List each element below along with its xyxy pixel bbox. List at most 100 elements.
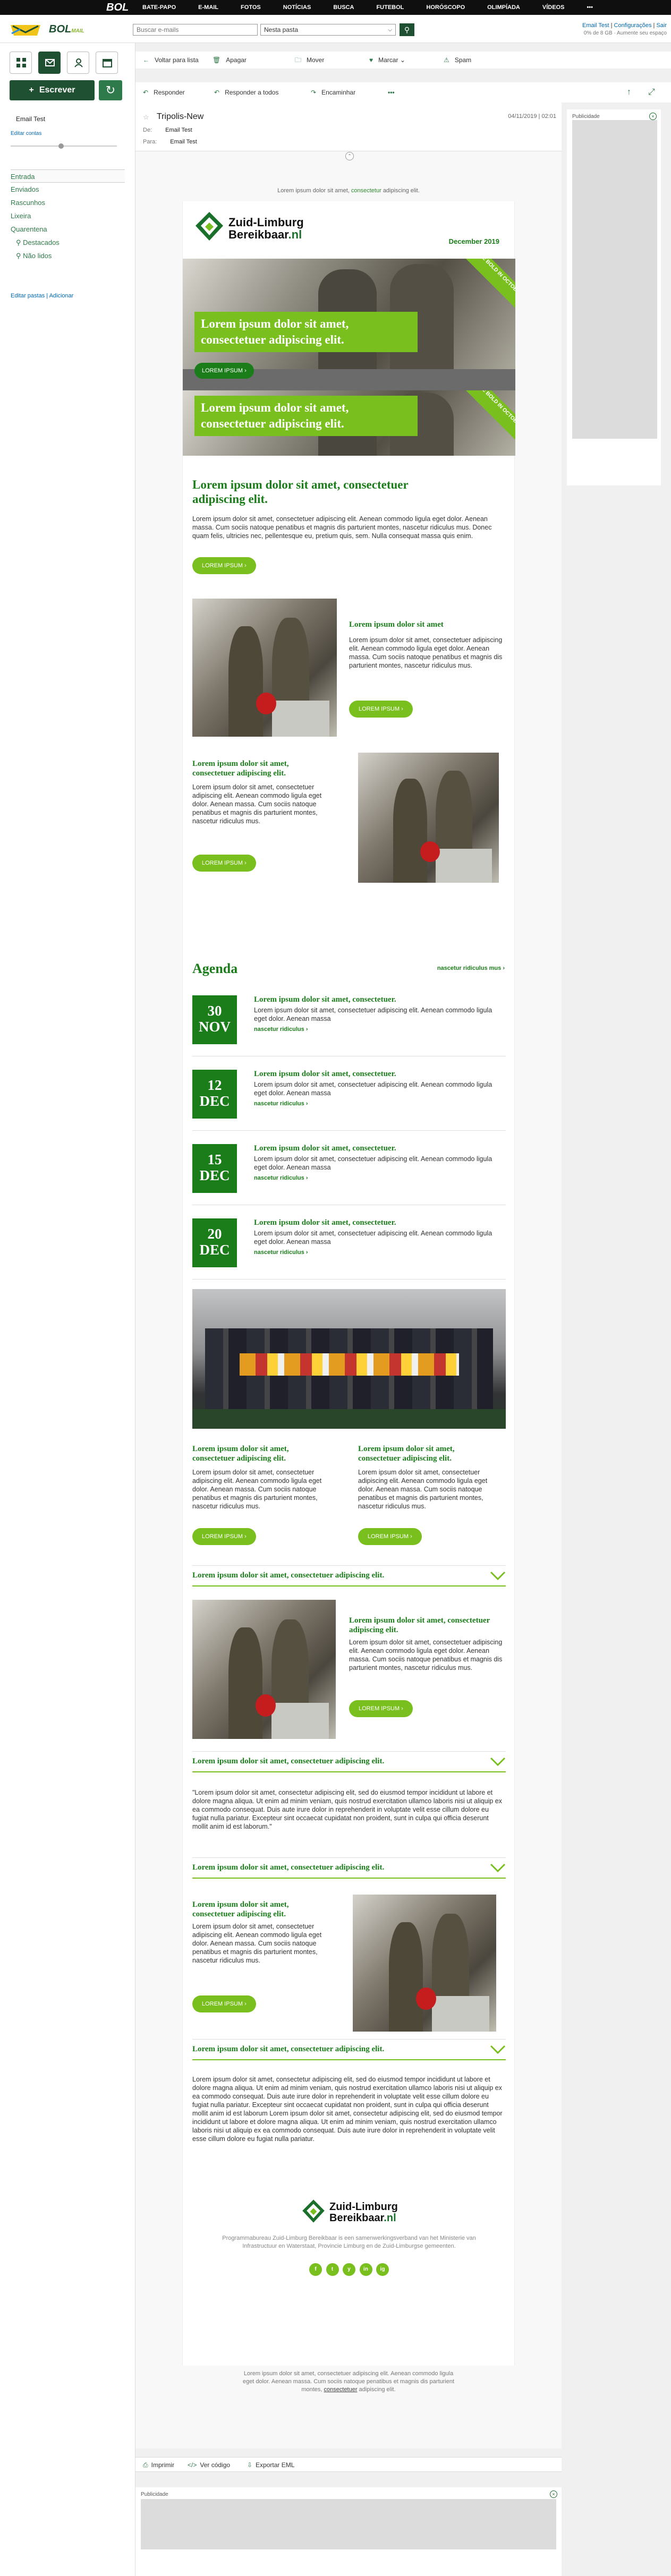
linkedin-icon[interactable]: in (359, 2263, 372, 2276)
accordion-header[interactable]: Lorem ipsum dolor sit amet, consectetuer… (192, 1751, 506, 1772)
folder-sent[interactable]: Enviados (11, 183, 125, 196)
hero-banner-2[interactable]: MAKE BOLD IN OCTOBER Lorem ipsum dolor s… (183, 390, 515, 456)
block1-button[interactable]: LOREM IPSUM › (349, 701, 413, 718)
preheader-link[interactable]: consectetur (351, 187, 381, 194)
from-value[interactable]: Email Test (165, 127, 192, 133)
back-to-list-button[interactable]: ← Voltar para lista (143, 52, 199, 69)
column-left-button[interactable]: LOREM IPSUM › (192, 1528, 256, 1545)
agenda-link-label: nascetur ridiculus (254, 1175, 304, 1181)
previous-message-button[interactable]: ↑ (627, 82, 631, 103)
accordion-header[interactable]: Lorem ipsum dolor sit amet, consectetuer… (192, 2039, 506, 2060)
settings-link[interactable]: Configurações (614, 22, 652, 29)
view-source-button[interactable]: </> Ver código (188, 2461, 230, 2469)
nav-item-email[interactable]: E-MAIL (198, 0, 218, 15)
nav-item-videos[interactable]: VÍDEOS (542, 0, 565, 15)
collapse-header-button[interactable]: ⌃ (345, 152, 354, 160)
export-eml-button[interactable]: ⇩ Exportar EML (247, 2461, 294, 2469)
agenda-item-link[interactable]: nascetur ridiculus › (254, 1101, 308, 1107)
agenda-item-link[interactable]: nascetur ridiculus › (254, 1249, 308, 1256)
contacts-button[interactable] (67, 52, 89, 74)
compose-button[interactable]: + Escrever (10, 80, 95, 100)
hero-banner-1[interactable]: MAKE BOLD IN OCTOBER Lorem ipsum dolor s… (183, 259, 515, 390)
folder-drafts[interactable]: Rascunhos (11, 196, 125, 209)
accordion-header[interactable]: Lorem ipsum dolor sit amet, consectetuer… (192, 1857, 506, 1879)
nav-item-busca[interactable]: BUSCA (333, 0, 354, 15)
reply-button[interactable]: ↶ Responder (143, 82, 185, 103)
forward-button[interactable]: ↷ Encaminhar (311, 82, 355, 103)
delete-button[interactable]: 🗑 Apagar (213, 52, 247, 69)
expand-button[interactable]: ⤢ (648, 82, 655, 103)
chevron-down-icon (490, 2045, 506, 2054)
hero-title: Lorem ipsum dolor sit amet, consectetuer… (194, 312, 418, 352)
folder-quarantine[interactable]: Quarentena (11, 223, 125, 236)
intro-button[interactable]: LOREM IPSUM › (192, 557, 256, 574)
nav-item-fotos[interactable]: FOTOS (241, 0, 261, 15)
slider-handle[interactable] (58, 143, 64, 149)
search-scope-select[interactable]: Nesta pasta ⌵ (260, 24, 396, 36)
youtube-icon[interactable]: y (343, 2263, 355, 2276)
close-icon[interactable]: × (649, 113, 657, 120)
ad-area[interactable] (141, 2499, 556, 2549)
block2-button[interactable]: LOREM IPSUM › (192, 855, 256, 872)
column-right-title: Lorem ipsum dolor sit amet, consectetuer… (358, 1445, 455, 1463)
refresh-button[interactable]: ↻ (99, 80, 122, 100)
bol-mail-logo-icon[interactable] (10, 23, 41, 37)
star-icon[interactable]: ☆ (143, 113, 149, 122)
accordion-header[interactable]: Lorem ipsum dolor sit amet, consectetuer… (192, 1565, 506, 1586)
post-footer-link[interactable]: consectetuer (324, 2386, 358, 2393)
folder-links[interactable]: Editar pastas | Adicionar (11, 293, 73, 299)
folder-trash[interactable]: Lixeira (11, 209, 125, 223)
search-scope-value: Nesta pasta (264, 26, 299, 33)
print-button[interactable]: ⎙ Imprimir (143, 2461, 174, 2469)
portal-nav-bar: BOL BATE-PAPO E-MAIL FOTOS NOTÍCIAS BUSC… (0, 0, 671, 15)
portal-logo[interactable]: BOL (106, 2, 129, 14)
mark-button[interactable]: ♥ Marcar ⌄ (369, 52, 405, 69)
nav-item-horoscopo[interactable]: HORÓSCOPO (426, 0, 465, 15)
folder-starred[interactable]: ⚲ Destacados (11, 236, 125, 249)
folder-unread[interactable]: ⚲ Não lidos (11, 249, 125, 262)
accordion3-block-button[interactable]: LOREM IPSUM › (192, 1995, 256, 2012)
close-icon[interactable]: × (550, 2490, 557, 2498)
edit-accounts-link[interactable]: Editar contas (11, 131, 41, 137)
nav-item-olimpiada[interactable]: OLIMPÍADA (487, 0, 520, 15)
ad-area[interactable] (572, 120, 657, 439)
nav-item-futebol[interactable]: FUTEBOL (376, 0, 404, 15)
folder-inbox[interactable]: Entrada (11, 169, 125, 183)
message-body: ⌃ Lorem ipsum dolor sit amet, consectetu… (135, 151, 562, 2449)
agenda-link-label: nascetur ridiculus (254, 1026, 304, 1033)
folder-unread-label: Não lidos (23, 252, 52, 260)
spam-button[interactable]: ⚠ Spam (444, 52, 471, 69)
search-button[interactable]: ⚲ (400, 23, 414, 36)
accordion1-block-button[interactable]: LOREM IPSUM › (349, 1700, 413, 1717)
agenda-item-link[interactable]: nascetur ridiculus › (254, 1026, 308, 1033)
user-name-link[interactable]: Email Test (582, 22, 609, 29)
twitter-icon[interactable]: t (326, 2263, 339, 2276)
more-actions-button[interactable]: ••• (388, 82, 395, 103)
mail-app-button[interactable] (38, 52, 61, 74)
search-input[interactable] (133, 24, 258, 36)
chevron-right-icon: › (244, 368, 247, 374)
reply-label: Responder (154, 89, 185, 96)
facebook-icon[interactable]: f (309, 2263, 322, 2276)
reply-all-button[interactable]: ↶ Responder a todos (214, 82, 278, 103)
nav-more-button[interactable]: ••• (587, 0, 593, 15)
chevron-down-icon (490, 1757, 506, 1767)
nav-item-bate-papo[interactable]: BATE-PAPO (142, 0, 176, 15)
account-name[interactable]: Email Test (16, 115, 45, 123)
forward-label: Encaminhar (321, 89, 356, 96)
calendar-button[interactable] (96, 52, 118, 74)
hero-button[interactable]: LOREM IPSUM › (194, 363, 254, 379)
agenda-more-link[interactable]: nascetur ridiculus mus › (437, 965, 505, 971)
nav-item-noticias[interactable]: NOTÍCIAS (283, 0, 311, 15)
export-icon: ⇩ (247, 2461, 253, 2469)
move-button[interactable]: 🗀 Mover (295, 52, 324, 69)
to-value[interactable]: Email Test (170, 139, 197, 145)
chevron-right-icon: › (410, 1533, 412, 1540)
logout-link[interactable]: Sair (656, 22, 667, 29)
apps-grid-button[interactable] (10, 52, 32, 74)
column-right-button[interactable]: LOREM IPSUM › (358, 1528, 422, 1545)
folder-starred-label: Destacados (23, 238, 60, 246)
accounts-slider[interactable] (11, 143, 117, 149)
instagram-icon[interactable]: ig (376, 2263, 389, 2276)
agenda-item-link[interactable]: nascetur ridiculus › (254, 1175, 308, 1181)
